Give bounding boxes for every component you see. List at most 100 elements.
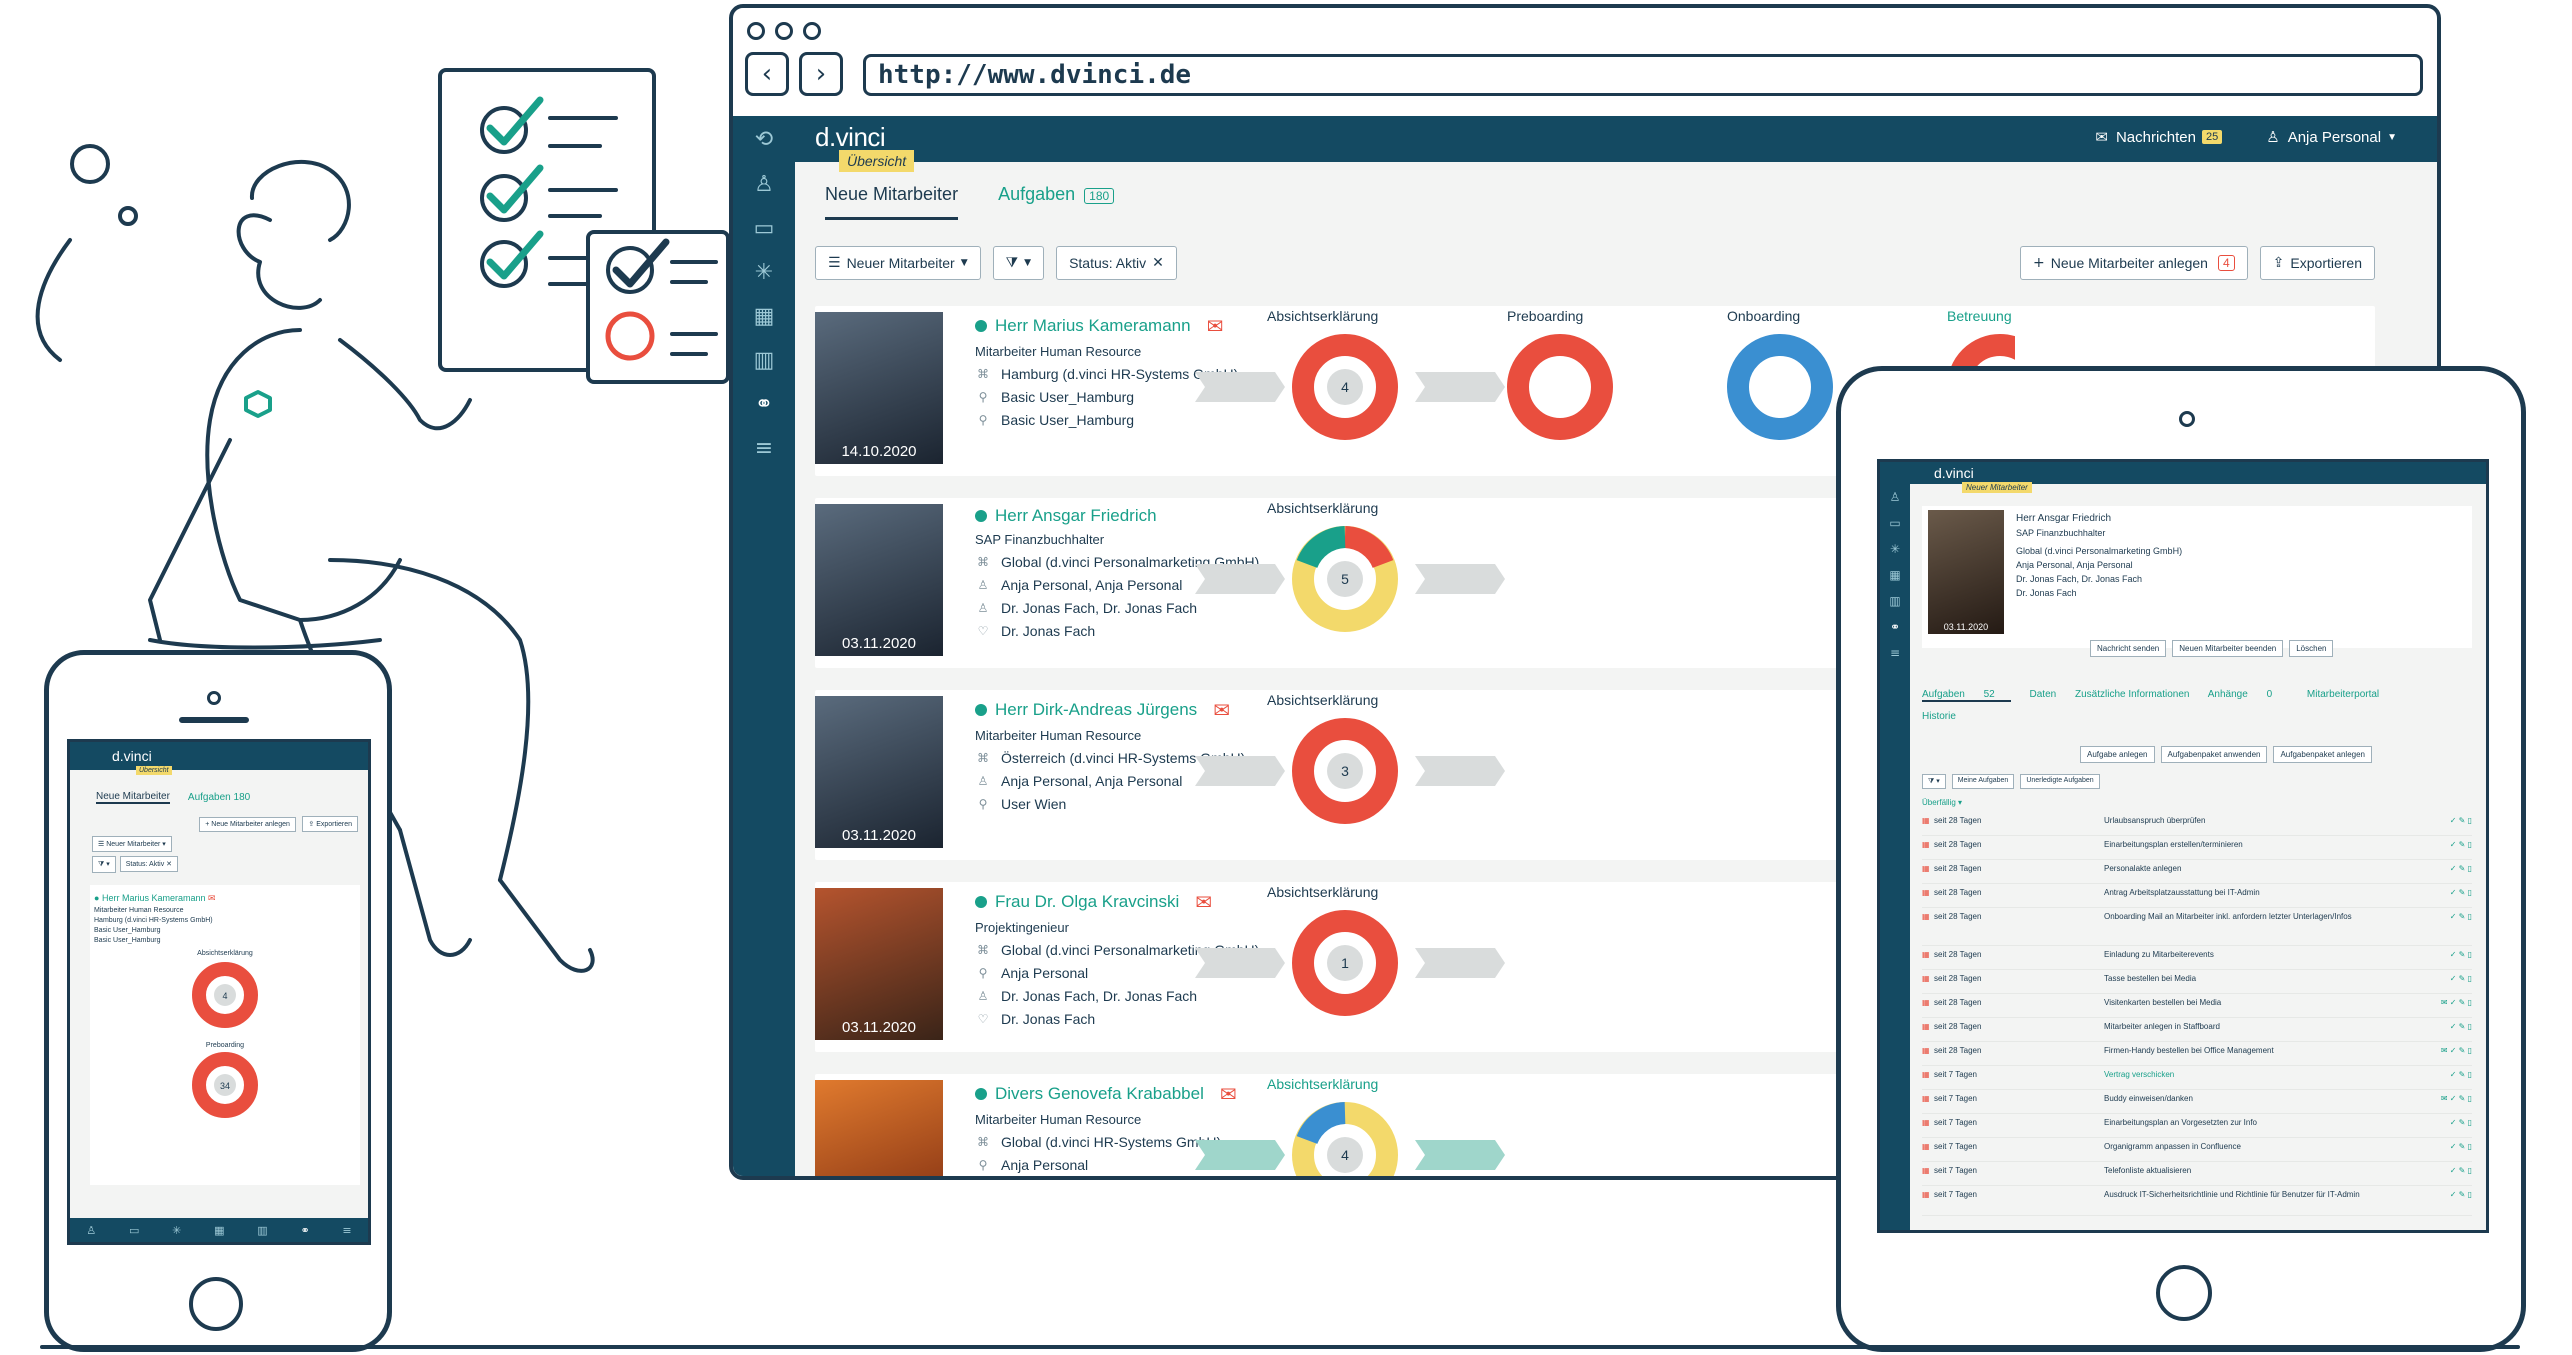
task-row[interactable]: ▦ seit 28 Tagen Visitenkarten bestellen be…: [1922, 994, 2472, 1018]
employee-name[interactable]: Frau Dr. Olga Kravcinski: [995, 892, 1179, 912]
task-row[interactable]: ▦ seit 28 Tagen Einladung zu Mitarbeiterev…: [1922, 946, 2472, 970]
view-select[interactable]: ☰ Neuer Mitarbeiter ▾: [92, 836, 172, 852]
task-actions-icon[interactable]: ✉ ✓ ✎ ▯: [2432, 1094, 2472, 1103]
phone-brand[interactable]: d.vinci: [112, 748, 152, 764]
chart-icon[interactable]: ▥: [733, 338, 795, 382]
overdue-section[interactable]: Überfällig ▾: [1922, 798, 1962, 807]
filter-button[interactable]: ⧩ ▾: [92, 856, 116, 873]
task-row[interactable]: ▦ seit 28 Tagen Firmen-Handy bestellen bei…: [1922, 1042, 2472, 1066]
send-message-button[interactable]: Nachricht senden: [2090, 640, 2167, 657]
calendar-icon[interactable]: ▦: [214, 1224, 224, 1237]
task-actions-icon[interactable]: ✓ ✎ ▯: [2432, 974, 2472, 983]
task-row[interactable]: ▦ seit 28 Tagen Tasse bestellen bei Media ✓…: [1922, 970, 2472, 994]
task-row[interactable]: ▦ seit 28 Tagen Mitarbeiter anlegen in Sta…: [1922, 1018, 2472, 1042]
task-actions-icon[interactable]: ✉ ✓ ✎ ▯: [2432, 998, 2472, 1007]
task-title[interactable]: Firmen-Handy bestellen bei Office Manage…: [2104, 1046, 2432, 1055]
stage-ring[interactable]: [1727, 334, 1833, 440]
status-filter-chip[interactable]: Status: Aktiv ✕: [1056, 246, 1177, 280]
task-actions-icon[interactable]: ✉ ✓ ✎ ▯: [2432, 1046, 2472, 1055]
task-title[interactable]: Antrag Arbeitsplatzausstattung bei IT-Ad…: [2104, 888, 2432, 897]
phone-home-button[interactable]: [189, 1277, 243, 1331]
task-actions-icon[interactable]: ✓ ✎ ▯: [2432, 950, 2472, 959]
task-title[interactable]: Einarbeitungsplan erstellen/terminieren: [2104, 840, 2432, 849]
end-employee-button[interactable]: Neuen Mitarbeiter beenden: [2172, 640, 2284, 657]
task-actions-icon[interactable]: ✓ ✎ ▯: [2432, 1142, 2472, 1151]
export-button[interactable]: ⇪ Exportieren: [2259, 246, 2375, 280]
handshake-icon[interactable]: ⚭: [733, 382, 795, 426]
folder-icon[interactable]: ▭: [1880, 510, 1910, 536]
tab-history[interactable]: Historie: [1922, 711, 1956, 722]
task-actions-icon[interactable]: ✓ ✎ ▯: [2432, 864, 2472, 873]
task-title[interactable]: Personalakte anlegen: [2104, 864, 2432, 873]
task-title[interactable]: Organigramm anpassen in Confluence: [2104, 1142, 2432, 1151]
task-row[interactable]: ▦ seit 7 Tagen Telefonliste aktualisieren ✓…: [1922, 1162, 2472, 1186]
task-actions-icon[interactable]: ✓ ✎ ▯: [2432, 1190, 2472, 1199]
phone-employee-card[interactable]: ● Herr Marius Kameramann ✉ Mitarbeiter H…: [90, 885, 360, 1185]
asterisk-icon[interactable]: ✳: [1880, 536, 1910, 562]
menu-icon[interactable]: ≡: [342, 1224, 351, 1237]
apply-task-package-button[interactable]: Aufgabenpaket anwenden: [2160, 746, 2268, 763]
employee-name[interactable]: Herr Marius Kameramann: [995, 316, 1191, 336]
task-actions-icon[interactable]: ✓ ✎ ▯: [2432, 1166, 2472, 1175]
person-icon[interactable]: ♙: [86, 1224, 96, 1237]
task-actions-icon[interactable]: ✓ ✎ ▯: [2432, 1118, 2472, 1127]
task-title[interactable]: Einarbeitungsplan an Vorgesetzten zur In…: [2104, 1118, 2432, 1127]
new-employee-button[interactable]: + Neue Mitarbeiter anlegen 4: [2020, 246, 2248, 280]
calendar-icon[interactable]: ▦: [1880, 562, 1910, 588]
brand-logo[interactable]: d.vinci: [815, 122, 886, 153]
task-title[interactable]: Ausdruck IT-Sicherheitsrichtlinie und Ri…: [2104, 1190, 2432, 1199]
tab-new-employees[interactable]: Neue Mitarbeiter: [96, 791, 170, 804]
task-row[interactable]: ▦ seit 7 Tagen Ausdruck IT-Sicherheitsrich…: [1922, 1186, 2472, 1216]
stage-ring[interactable]: [1507, 334, 1613, 440]
task-title[interactable]: Mitarbeiter anlegen in Staffboard: [2104, 1022, 2432, 1031]
handshake-icon[interactable]: ⚭: [1880, 614, 1910, 640]
task-title[interactable]: Tasse bestellen bei Media: [2104, 974, 2432, 983]
task-actions-icon[interactable]: ✓ ✎ ▯: [2432, 816, 2472, 825]
menu-icon[interactable]: ≡: [1880, 640, 1910, 666]
my-tasks-chip[interactable]: Meine Aufgaben: [1951, 774, 2015, 789]
back-button[interactable]: ‹: [745, 52, 789, 96]
tab-data[interactable]: Daten: [2030, 689, 2057, 700]
new-employee-button[interactable]: + Neue Mitarbeiter anlegen: [199, 817, 296, 832]
tab-tasks[interactable]: Aufgaben 52: [1922, 689, 2011, 702]
view-select[interactable]: ☰ Neuer Mitarbeiter ▼: [815, 246, 981, 280]
asterisk-icon[interactable]: ✳: [733, 250, 795, 294]
close-icon[interactable]: ✕: [1152, 255, 1164, 271]
filter-button[interactable]: ⧩ ▼: [992, 246, 1045, 280]
task-row[interactable]: ▦ seit 28 Tagen Urlaubsanspruch überprüfen…: [1922, 812, 2472, 836]
delete-button[interactable]: Löschen: [2289, 640, 2334, 657]
chart-icon[interactable]: ▥: [1880, 588, 1910, 614]
employee-name[interactable]: Herr Ansgar Friedrich: [995, 506, 1157, 526]
chart-icon[interactable]: ▥: [257, 1224, 267, 1237]
mail-icon[interactable]: ✉: [208, 893, 216, 903]
tab-new-employees[interactable]: Neue Mitarbeiter: [825, 184, 959, 220]
person-icon[interactable]: ♙: [733, 162, 795, 206]
tab-tasks[interactable]: Aufgaben 180: [998, 184, 1115, 220]
window-dot-close[interactable]: [747, 22, 765, 40]
task-row[interactable]: ▦ seit 28 Tagen Antrag Arbeitsplatzausstat…: [1922, 884, 2472, 908]
task-row[interactable]: ▦ seit 7 Tagen Einarbeitungsplan an Vorges…: [1922, 1114, 2472, 1138]
task-title[interactable]: Einladung zu Mitarbeiterevents: [2104, 950, 2432, 959]
forward-button[interactable]: ›: [799, 52, 843, 96]
task-actions-icon[interactable]: ✓ ✎ ▯: [2432, 888, 2472, 897]
task-title[interactable]: Urlaubsanspruch überprüfen: [2104, 816, 2432, 825]
window-dot-minimize[interactable]: [775, 22, 793, 40]
messages-link[interactable]: ✉ Nachrichten 25: [2095, 128, 2223, 146]
user-menu[interactable]: ♙ Anja Personal ▼: [2266, 128, 2397, 146]
window-dot-maximize[interactable]: [803, 22, 821, 40]
sidebar-back-icon[interactable]: ⟲: [733, 116, 795, 162]
folder-icon[interactable]: ▭: [733, 206, 795, 250]
person-icon[interactable]: ♙: [1880, 484, 1910, 510]
tab-employee-portal[interactable]: Mitarbeiterportal: [2307, 689, 2379, 700]
tab-additional-info[interactable]: Zusätzliche Informationen: [2075, 689, 2190, 700]
task-actions-icon[interactable]: ✓ ✎ ▯: [2432, 840, 2472, 849]
filter-icon[interactable]: ⧩ ▾: [1922, 774, 1946, 789]
task-title[interactable]: Telefonliste aktualisieren: [2104, 1166, 2432, 1175]
task-actions-icon[interactable]: ✓ ✎ ▯: [2432, 1070, 2472, 1079]
calendar-icon[interactable]: ▦: [733, 294, 795, 338]
task-row[interactable]: ▦ seit 7 Tagen Organigramm anpassen in Con…: [1922, 1138, 2472, 1162]
handshake-icon[interactable]: ⚭: [300, 1224, 309, 1237]
asterisk-icon[interactable]: ✳: [172, 1224, 181, 1237]
employee-name[interactable]: Herr Dirk-Andreas Jürgens: [995, 700, 1197, 720]
task-title[interactable]: Vertrag verschicken: [2104, 1070, 2432, 1079]
